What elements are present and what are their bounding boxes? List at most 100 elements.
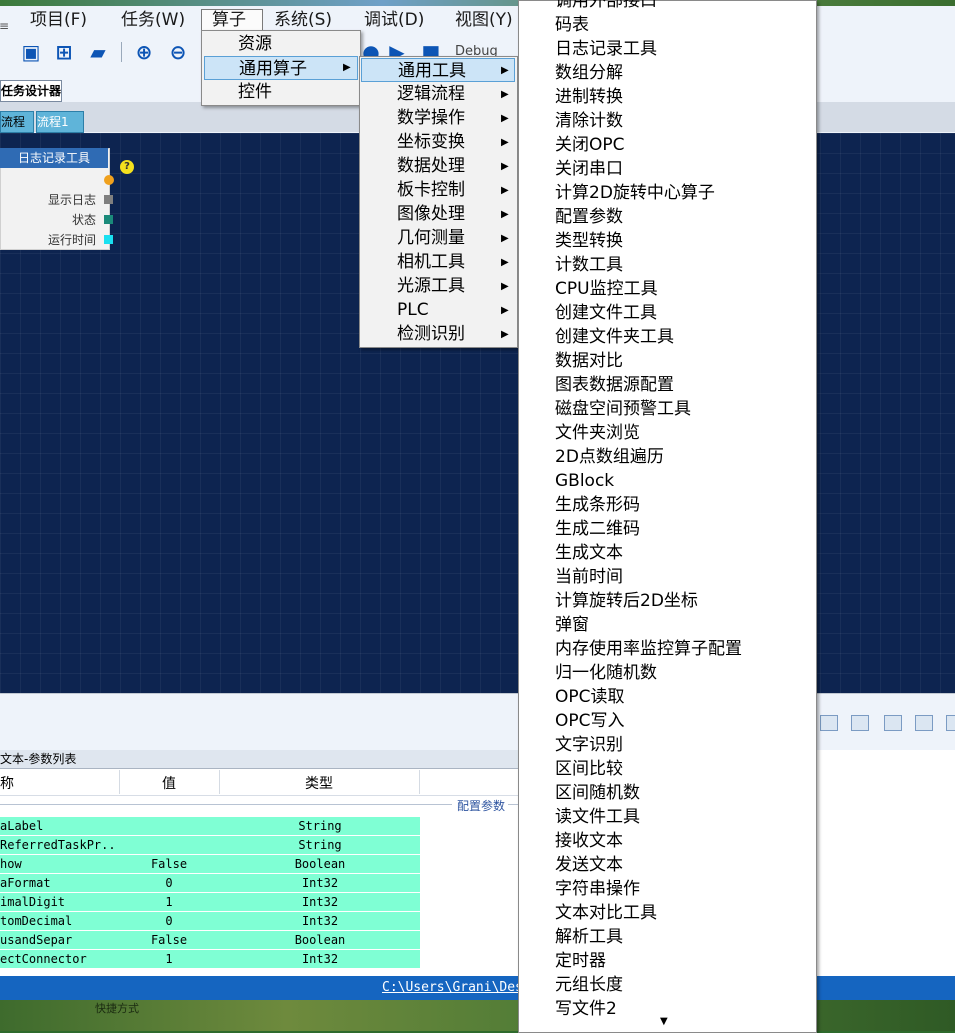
menu-debug[interactable]: 调试(D) — [364, 6, 424, 30]
menu-item-board-control[interactable]: 板卡控制 — [397, 178, 465, 202]
scroll-down-icon[interactable]: ▼ — [660, 1016, 668, 1027]
menu-item-tool[interactable]: 进制转换 — [555, 85, 623, 109]
table-row[interactable]: ectConnector 1 Int32 — [0, 950, 420, 969]
menu-item-coord-transform[interactable]: 坐标变换 — [397, 130, 465, 154]
menu-item-logic-flow[interactable]: 逻辑流程 — [397, 82, 465, 106]
menu-item-tool[interactable]: 创建文件工具 — [555, 301, 657, 325]
menu-item-tool[interactable]: 关闭OPC — [555, 133, 625, 157]
menu-operator[interactable]: 算子 — [212, 6, 246, 30]
table-row[interactable]: aFormat 0 Int32 — [0, 874, 420, 893]
menu-item-general-operators[interactable]: 通用算子 — [204, 56, 358, 80]
menu-project[interactable]: 项目(F) — [30, 6, 87, 30]
menu-item-tool[interactable]: 区间比较 — [555, 757, 623, 781]
menu-task[interactable]: 任务(W) — [121, 6, 185, 30]
menu-item-general-tools[interactable]: 通用工具 — [361, 58, 515, 82]
menu-item-tool[interactable]: OPC读取 — [555, 685, 625, 709]
delete-icon[interactable] — [946, 715, 955, 731]
column-header-value[interactable]: 值 — [162, 773, 176, 793]
menu-item-detect-recognize[interactable]: 检测识别 — [397, 322, 465, 346]
paste-icon[interactable] — [915, 715, 933, 731]
add-icon[interactable]: ⊞ — [53, 41, 75, 63]
menu-item-resources[interactable]: 资源 — [238, 32, 348, 56]
tab-task-designer[interactable]: 任务设计器 — [0, 80, 62, 102]
menu-item-tool[interactable]: 配置参数 — [555, 205, 623, 229]
menu-item-tool[interactable]: 弹窗 — [555, 613, 589, 637]
distribute-icon[interactable] — [851, 715, 869, 731]
help-icon[interactable]: ? — [120, 160, 134, 174]
menu-item-plc[interactable]: PLC — [397, 298, 429, 322]
menu-item-tool[interactable]: CPU监控工具 — [555, 277, 658, 301]
menu-item-tool[interactable]: 解析工具 — [555, 925, 623, 949]
menu-item-light-tools[interactable]: 光源工具 — [397, 274, 465, 298]
menu-item-tool[interactable]: 文字识别 — [555, 733, 623, 757]
menu-item-tool[interactable]: 关闭串口 — [555, 157, 623, 181]
menu-item-tool[interactable]: 计数工具 — [555, 253, 623, 277]
menu-item-tool[interactable]: 生成条形码 — [555, 493, 640, 517]
table-row[interactable]: how False Boolean — [0, 855, 420, 874]
table-row[interactable]: ReferredTaskPr... String — [0, 836, 420, 855]
port-show-log[interactable] — [104, 195, 113, 204]
menu-item-tool[interactable]: 定时器 — [555, 949, 606, 973]
tab-flow-1[interactable]: 流程1 — [36, 111, 84, 133]
table-row[interactable]: tomDecimal 0 Int32 — [0, 912, 420, 931]
menu-item-tool[interactable]: GBlock — [555, 469, 614, 493]
table-row[interactable]: usandSepar False Boolean — [0, 931, 420, 950]
menu-item-geometry-measure[interactable]: 几何测量 — [397, 226, 465, 250]
save-icon[interactable]: ▣ — [20, 41, 42, 63]
menu-item-tool[interactable]: 当前时间 — [555, 565, 623, 589]
menu-view[interactable]: 视图(Y) — [455, 6, 513, 30]
menu-item-tool[interactable]: 生成二维码 — [555, 517, 640, 541]
param-value[interactable]: 1 — [120, 893, 218, 911]
menu-item-tool[interactable]: OPC写入 — [555, 709, 625, 733]
tab-flow[interactable]: 流程 — [0, 111, 34, 133]
menu-item-tool[interactable]: 区间随机数 — [555, 781, 640, 805]
menu-item-tool[interactable]: 文件夹浏览 — [555, 421, 640, 445]
menu-item-tool[interactable]: 数据对比 — [555, 349, 623, 373]
menu-item-tool[interactable]: 2D点数组遍历 — [555, 445, 664, 469]
param-value[interactable]: 0 — [120, 874, 218, 892]
port-status[interactable] — [104, 215, 113, 224]
port-runtime[interactable] — [104, 235, 113, 244]
column-header-name[interactable]: 称 — [0, 773, 14, 793]
table-row[interactable]: aLabel String — [0, 817, 420, 836]
menu-item-tool[interactable]: 读文件工具 — [555, 805, 640, 829]
zoom-in-icon[interactable]: ⊕ — [133, 41, 155, 63]
column-header-type[interactable]: 类型 — [305, 773, 333, 793]
menu-item-tool[interactable]: 调用外部接口 — [555, 0, 657, 13]
open-folder-icon[interactable]: ▰ — [87, 41, 109, 63]
copy-icon[interactable] — [884, 715, 902, 731]
menu-item-image-processing[interactable]: 图像处理 — [397, 202, 465, 226]
zoom-out-icon[interactable]: ⊖ — [167, 41, 189, 63]
menu-item-tool[interactable]: 字符串操作 — [555, 877, 640, 901]
menu-item-tool[interactable]: 磁盘空间预警工具 — [555, 397, 691, 421]
menu-item-controls[interactable]: 控件 — [238, 80, 348, 104]
node-output-port[interactable] — [104, 175, 114, 185]
param-value[interactable]: False — [120, 931, 218, 949]
menu-item-tool[interactable]: 内存使用率监控算子配置 — [555, 637, 742, 661]
menu-item-tool[interactable]: 计算2D旋转中心算子 — [555, 181, 715, 205]
menu-item-tool[interactable]: 计算旋转后2D坐标 — [555, 589, 698, 613]
menu-item-tool[interactable]: 接收文本 — [555, 829, 623, 853]
table-row[interactable]: imalDigit 1 Int32 — [0, 893, 420, 912]
menu-item-tool[interactable]: 图表数据源配置 — [555, 373, 674, 397]
menu-item-tool[interactable]: 数组分解 — [555, 61, 623, 85]
menu-item-tool[interactable]: 清除计数 — [555, 109, 623, 133]
menu-item-tool[interactable]: 生成文本 — [555, 541, 623, 565]
menu-item-math-ops[interactable]: 数学操作 — [397, 106, 465, 130]
menu-system[interactable]: 系统(S) — [274, 6, 332, 30]
menu-item-tool[interactable]: 码表 — [555, 13, 589, 37]
align-icon[interactable] — [820, 715, 838, 731]
menu-item-tool[interactable]: 发送文本 — [555, 853, 623, 877]
menu-item-tool[interactable]: 写文件2 — [555, 997, 617, 1021]
param-value[interactable]: 1 — [120, 950, 218, 968]
param-value[interactable]: False — [120, 855, 218, 873]
menu-item-tool[interactable]: 元组长度 — [555, 973, 623, 997]
menu-item-camera-tools[interactable]: 相机工具 — [397, 250, 465, 274]
menu-item-tool[interactable]: 日志记录工具 — [555, 37, 657, 61]
menu-item-tool[interactable]: 类型转换 — [555, 229, 623, 253]
menu-item-tool[interactable]: 创建文件夹工具 — [555, 325, 674, 349]
menu-item-tool[interactable]: 文本对比工具 — [555, 901, 657, 925]
status-path-link[interactable]: C:\Users\Grani\Desk — [382, 980, 531, 995]
menu-item-data-processing[interactable]: 数据处理 — [397, 154, 465, 178]
menu-item-tool[interactable]: 归一化随机数 — [555, 661, 657, 685]
